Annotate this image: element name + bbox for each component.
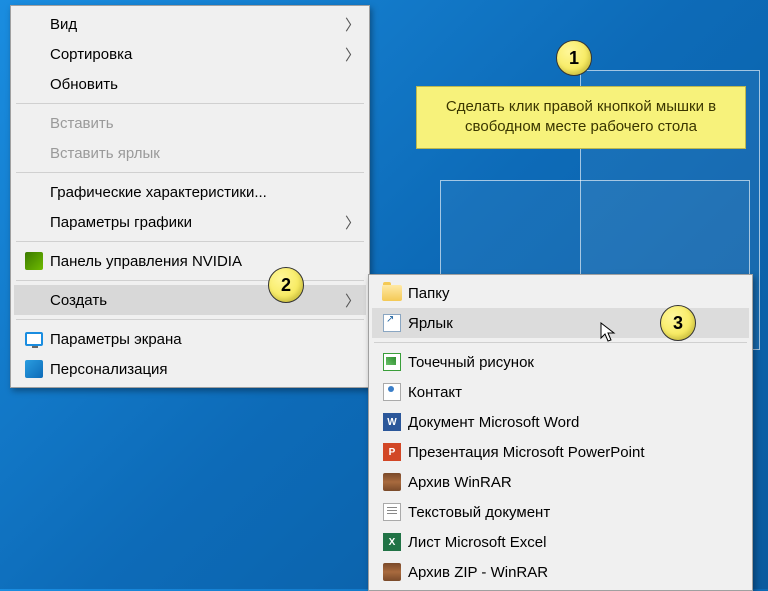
menu-item-refresh[interactable]: Обновить	[14, 69, 366, 99]
shortcut-icon	[378, 314, 406, 332]
menu-label: Текстовый документ	[406, 504, 743, 521]
contact-icon	[378, 383, 406, 401]
menu-separator	[374, 342, 747, 343]
menu-label: Лист Microsoft Excel	[406, 534, 743, 551]
menu-item-graphics-params[interactable]: Параметры графики 〉	[14, 207, 366, 237]
submenu-item-powerpoint[interactable]: P Презентация Microsoft PowerPoint	[372, 437, 749, 467]
menu-label: Архив WinRAR	[406, 474, 743, 491]
word-icon: W	[378, 413, 406, 431]
menu-item-paste-shortcut: Вставить ярлык	[14, 138, 366, 168]
submenu-item-bitmap[interactable]: Точечный рисунок	[372, 347, 749, 377]
bitmap-icon	[378, 353, 406, 371]
menu-separator	[16, 319, 364, 320]
winrar-icon	[378, 473, 406, 491]
mouse-cursor-icon	[600, 322, 618, 349]
step-badge-3: 3	[660, 305, 696, 341]
submenu-item-contact[interactable]: Контакт	[372, 377, 749, 407]
menu-item-view[interactable]: Вид 〉	[14, 9, 366, 39]
menu-item-paste: Вставить	[14, 108, 366, 138]
menu-label: Архив ZIP - WinRAR	[406, 564, 743, 581]
folder-icon	[378, 285, 406, 301]
menu-label: Точечный рисунок	[406, 354, 743, 371]
menu-label: Вид	[48, 16, 345, 33]
winrar-icon	[378, 563, 406, 581]
submenu-item-zip[interactable]: Архив ZIP - WinRAR	[372, 557, 749, 587]
menu-label: Папку	[406, 285, 743, 302]
menu-item-personalize[interactable]: Персонализация	[14, 354, 366, 384]
submenu-item-word[interactable]: W Документ Microsoft Word	[372, 407, 749, 437]
menu-label: Документ Microsoft Word	[406, 414, 743, 431]
menu-separator	[16, 241, 364, 242]
menu-separator	[16, 172, 364, 173]
monitor-icon	[20, 332, 48, 346]
menu-label: Вставить ярлык	[48, 145, 360, 162]
menu-separator	[16, 280, 364, 281]
submenu-item-folder[interactable]: Папку	[372, 278, 749, 308]
menu-label: Презентация Microsoft PowerPoint	[406, 444, 743, 461]
menu-label: Персонализация	[48, 361, 360, 378]
submenu-item-text[interactable]: Текстовый документ	[372, 497, 749, 527]
menu-separator	[16, 103, 364, 104]
menu-label: Вставить	[48, 115, 360, 132]
menu-label: Графические характеристики...	[48, 184, 360, 201]
menu-label: Обновить	[48, 76, 360, 93]
menu-label: Параметры графики	[48, 214, 345, 231]
submenu-item-excel[interactable]: X Лист Microsoft Excel	[372, 527, 749, 557]
text-file-icon	[378, 503, 406, 521]
personalize-icon	[20, 360, 48, 378]
submenu-item-winrar[interactable]: Архив WinRAR	[372, 467, 749, 497]
menu-item-graphics-properties[interactable]: Графические характеристики...	[14, 177, 366, 207]
step-badge-1: 1	[556, 40, 592, 76]
menu-item-display-settings[interactable]: Параметры экрана	[14, 324, 366, 354]
menu-label: Параметры экрана	[48, 331, 360, 348]
menu-item-create[interactable]: Создать 2 〉	[14, 285, 366, 315]
menu-label: Сортировка	[48, 46, 345, 63]
instruction-text: Сделать клик правой кнопкой мышки в своб…	[446, 98, 716, 135]
create-submenu: Папку Ярлык 3 Точечный рисунок Контакт W…	[368, 274, 753, 591]
instruction-callout: Сделать клик правой кнопкой мышки в своб…	[416, 86, 746, 149]
submenu-arrow-icon: 〉	[345, 290, 360, 311]
menu-label: Контакт	[406, 384, 743, 401]
desktop-context-menu: Вид 〉 Сортировка 〉 Обновить Вставить Вст…	[10, 5, 370, 388]
submenu-arrow-icon: 〉	[345, 14, 360, 35]
submenu-item-shortcut[interactable]: Ярлык 3	[372, 308, 749, 338]
menu-item-nvidia[interactable]: Панель управления NVIDIA	[14, 246, 366, 276]
menu-item-sort[interactable]: Сортировка 〉	[14, 39, 366, 69]
step-badge-2: 2	[268, 267, 304, 303]
powerpoint-icon: P	[378, 443, 406, 461]
nvidia-icon	[20, 252, 48, 270]
submenu-arrow-icon: 〉	[345, 44, 360, 65]
menu-label: Панель управления NVIDIA	[48, 253, 360, 270]
submenu-arrow-icon: 〉	[345, 212, 360, 233]
excel-icon: X	[378, 533, 406, 551]
